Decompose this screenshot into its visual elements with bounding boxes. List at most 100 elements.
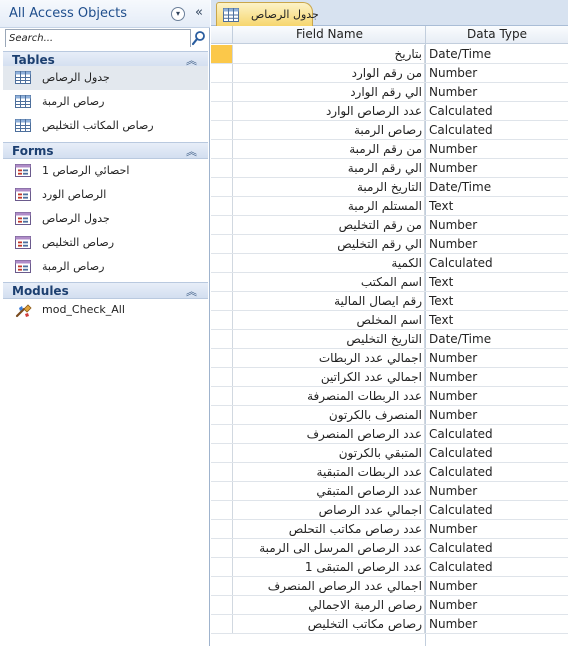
field-row[interactable]: التاريخ الرمبة Date/Time bbox=[211, 178, 568, 197]
field-name-cell[interactable]: الكمية bbox=[234, 254, 425, 272]
column-header-data-type[interactable]: Data Type bbox=[426, 27, 568, 41]
nav-item[interactable]: رصاص المكاتب التخليص bbox=[3, 114, 208, 138]
field-row[interactable]: اجمالي عدد الرصاص Calculated bbox=[211, 501, 568, 520]
data-type-cell[interactable]: Number bbox=[429, 349, 568, 367]
field-row[interactable]: عدد الرصاص المتبقي Number bbox=[211, 482, 568, 501]
data-type-cell[interactable]: Calculated bbox=[429, 444, 568, 462]
field-row[interactable]: رصاص مكاتب التخليص Number bbox=[211, 615, 568, 634]
field-name-cell[interactable]: عدد الربطات المنصرفة bbox=[234, 387, 425, 405]
data-type-cell[interactable]: Number bbox=[429, 368, 568, 386]
field-name-cell[interactable]: الي رقم الوارد bbox=[234, 83, 425, 101]
field-row[interactable]: عدد الرصاص الوارد Calculated bbox=[211, 102, 568, 121]
nav-collapse-icon[interactable]: « bbox=[192, 5, 206, 21]
data-type-cell[interactable]: Number bbox=[429, 64, 568, 82]
field-name-cell[interactable]: التاريخ التخليص bbox=[234, 330, 425, 348]
row-selector[interactable] bbox=[211, 140, 233, 158]
field-row[interactable]: اسم المخلص Text bbox=[211, 311, 568, 330]
field-name-cell[interactable]: عدد الرصاص المتبقى 1 bbox=[234, 558, 425, 576]
field-name-cell[interactable]: اسم المخلص bbox=[234, 311, 425, 329]
field-row[interactable]: عدد رصاص مكاتب التحلص Number bbox=[211, 520, 568, 539]
row-selector[interactable] bbox=[211, 577, 233, 595]
data-type-cell[interactable]: Number bbox=[429, 482, 568, 500]
nav-item[interactable]: احصائي الرصاص 1 bbox=[3, 159, 208, 183]
collapse-group-chevron-icon[interactable]: ︽ bbox=[186, 283, 197, 299]
row-selector[interactable] bbox=[211, 520, 233, 538]
field-row[interactable]: الي رقم الرمبة Number bbox=[211, 159, 568, 178]
row-selector[interactable] bbox=[211, 159, 233, 177]
field-row[interactable]: رقم ايصال المالية Text bbox=[211, 292, 568, 311]
field-row[interactable]: اجمالي عدد الرصاص المنصرف Number bbox=[211, 577, 568, 596]
field-name-cell[interactable]: عدد الربطات المتبقية bbox=[234, 463, 425, 481]
field-row[interactable]: عدد الرصاص المرسل الى الرمبة Calculated bbox=[211, 539, 568, 558]
row-selector[interactable] bbox=[211, 501, 233, 519]
row-selector[interactable] bbox=[211, 273, 233, 291]
row-selector[interactable] bbox=[211, 463, 233, 481]
data-type-cell[interactable]: Calculated bbox=[429, 463, 568, 481]
field-name-cell[interactable]: عدد رصاص مكاتب التحلص bbox=[234, 520, 425, 538]
data-type-cell[interactable]: Number bbox=[429, 235, 568, 253]
data-type-cell[interactable]: Text bbox=[429, 292, 568, 310]
row-selector[interactable] bbox=[211, 406, 233, 424]
field-name-cell[interactable]: بتاريخ bbox=[234, 45, 425, 63]
field-name-cell[interactable]: رقم ايصال المالية bbox=[234, 292, 425, 310]
nav-group-modules[interactable]: Modules ︽ bbox=[3, 282, 208, 299]
nav-item[interactable]: جدول الرصاص bbox=[3, 207, 208, 231]
nav-item[interactable]: الرصاص الورد bbox=[3, 183, 208, 207]
data-type-cell[interactable]: Number bbox=[429, 596, 568, 614]
field-row[interactable]: من رقم التخليص Number bbox=[211, 216, 568, 235]
field-row[interactable]: التاريخ التخليص Date/Time bbox=[211, 330, 568, 349]
document-tab[interactable]: جدول الرصاص bbox=[216, 2, 319, 26]
field-name-cell[interactable]: المتبقي بالكرتون bbox=[234, 444, 425, 462]
nav-menu-chevron-icon[interactable]: ▾ bbox=[171, 7, 185, 21]
nav-group-forms[interactable]: Forms ︽ bbox=[3, 142, 208, 159]
field-name-cell[interactable]: التاريخ الرمبة bbox=[234, 178, 425, 196]
field-name-cell[interactable]: عدد الرصاص المرسل الى الرمبة bbox=[234, 539, 425, 557]
field-name-cell[interactable]: عدد الرصاص المتبقي bbox=[234, 482, 425, 500]
row-selector[interactable] bbox=[211, 235, 233, 253]
row-selector[interactable] bbox=[211, 45, 233, 63]
data-type-cell[interactable]: Calculated bbox=[429, 254, 568, 272]
row-selector[interactable] bbox=[211, 539, 233, 557]
field-name-cell[interactable]: اجمالي عدد الربطات bbox=[234, 349, 425, 367]
search-input[interactable] bbox=[6, 30, 190, 47]
data-type-cell[interactable]: Date/Time bbox=[429, 330, 568, 348]
field-name-cell[interactable]: من رقم الرمبة bbox=[234, 140, 425, 158]
field-row[interactable]: المستلم الرمبة Text bbox=[211, 197, 568, 216]
row-selector[interactable] bbox=[211, 197, 233, 215]
data-type-cell[interactable]: Calculated bbox=[429, 121, 568, 139]
row-selector[interactable] bbox=[211, 121, 233, 139]
nav-item[interactable]: رصاص الرمبة bbox=[3, 90, 208, 114]
field-name-cell[interactable]: عدد الرصاص الوارد bbox=[234, 102, 425, 120]
row-selector[interactable] bbox=[211, 254, 233, 272]
row-selector[interactable] bbox=[211, 178, 233, 196]
row-selector[interactable] bbox=[211, 292, 233, 310]
data-type-cell[interactable]: Number bbox=[429, 615, 568, 633]
field-name-cell[interactable]: عدد الرصاص المنصرف bbox=[234, 425, 425, 443]
field-row[interactable]: رصاص الرمبة Calculated bbox=[211, 121, 568, 140]
row-selector[interactable] bbox=[211, 596, 233, 614]
data-type-cell[interactable]: Text bbox=[429, 311, 568, 329]
data-type-cell[interactable]: Number bbox=[429, 140, 568, 158]
field-row[interactable]: الي رقم التخليص Number bbox=[211, 235, 568, 254]
row-selector[interactable] bbox=[211, 425, 233, 443]
data-type-cell[interactable]: Text bbox=[429, 273, 568, 291]
row-selector[interactable] bbox=[211, 368, 233, 386]
field-name-cell[interactable]: المستلم الرمبة bbox=[234, 197, 425, 215]
field-row[interactable]: اجمالي عدد الربطات Number bbox=[211, 349, 568, 368]
data-type-cell[interactable]: Number bbox=[429, 520, 568, 538]
data-type-cell[interactable]: Calculated bbox=[429, 425, 568, 443]
nav-item[interactable]: جدول الرصاص bbox=[3, 66, 208, 90]
field-row[interactable]: رصاص الرمبة الاجمالي Number bbox=[211, 596, 568, 615]
column-header-field-name[interactable]: Field Name bbox=[234, 27, 425, 41]
field-row[interactable]: عدد الرصاص المتبقى 1 Calculated bbox=[211, 558, 568, 577]
header-row-selector[interactable] bbox=[211, 26, 233, 43]
data-type-cell[interactable]: Calculated bbox=[429, 539, 568, 557]
collapse-group-chevron-icon[interactable]: ︽ bbox=[186, 143, 197, 159]
data-type-cell[interactable]: Number bbox=[429, 406, 568, 424]
field-row[interactable]: عدد الربطات المنصرفة Number bbox=[211, 387, 568, 406]
row-selector[interactable] bbox=[211, 311, 233, 329]
field-name-cell[interactable]: الي رقم التخليص bbox=[234, 235, 425, 253]
row-selector[interactable] bbox=[211, 102, 233, 120]
row-selector[interactable] bbox=[211, 444, 233, 462]
field-name-cell[interactable]: اسم المكتب bbox=[234, 273, 425, 291]
